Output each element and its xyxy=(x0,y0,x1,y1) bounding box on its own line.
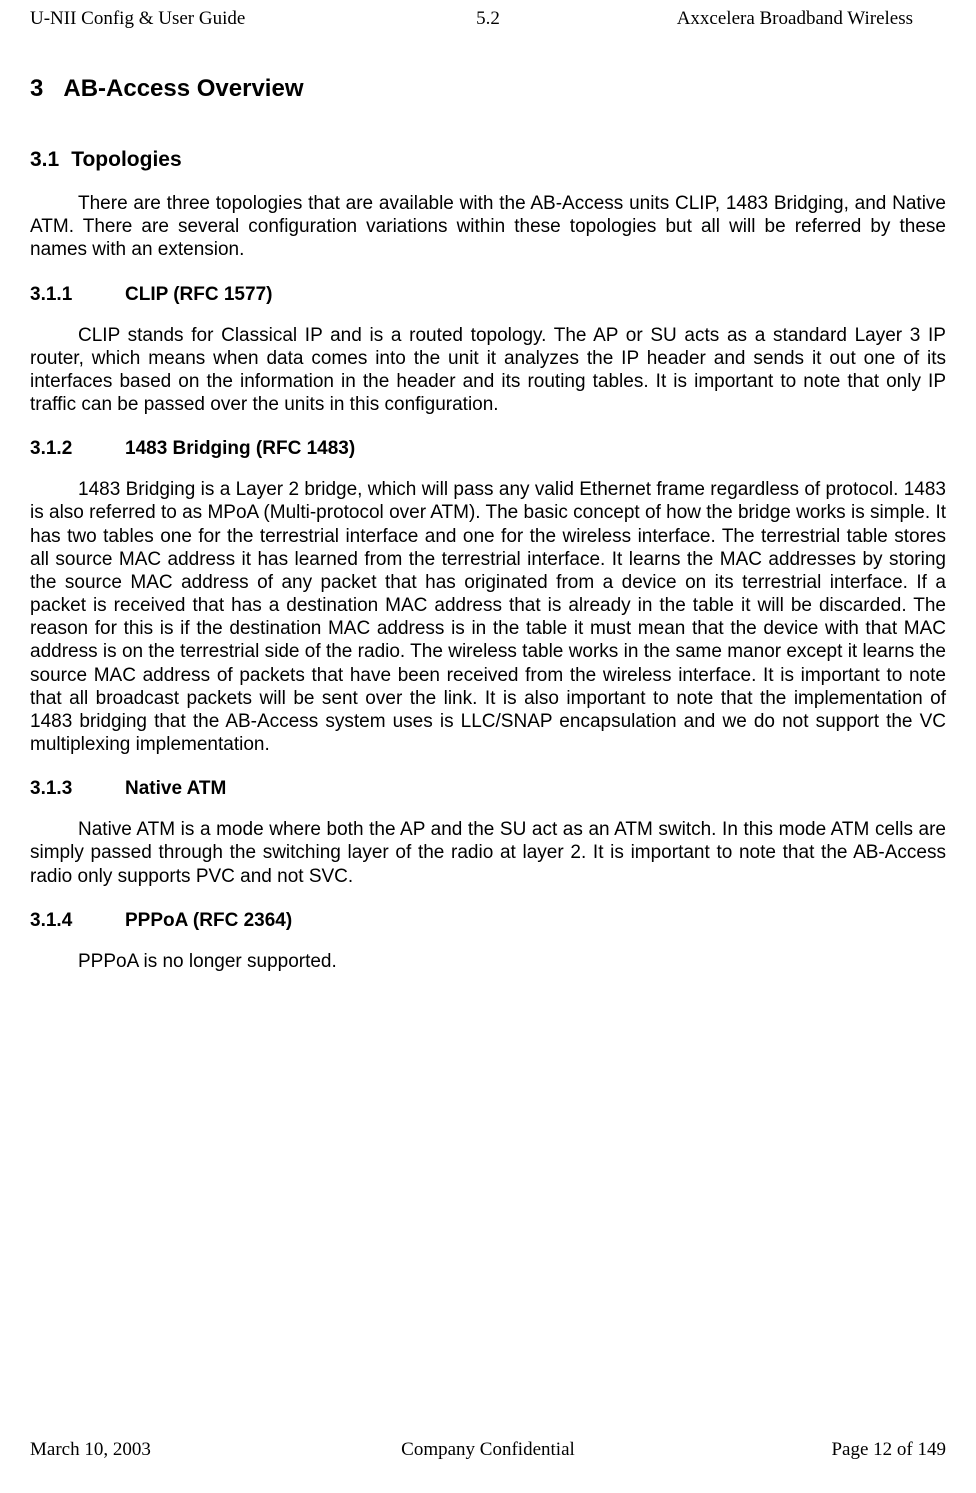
heading-number: 3.1.4 xyxy=(30,910,125,932)
page-header: U-NII Config & User Guide 5.2 Axxcelera … xyxy=(0,0,976,30)
page-footer: March 10, 2003 Company Confidential Page… xyxy=(30,1439,946,1461)
paragraph-native-atm: Native ATM is a mode where both the AP a… xyxy=(30,818,946,888)
header-doc-title: U-NII Config & User Guide xyxy=(30,8,332,30)
footer-confidential: Company Confidential xyxy=(337,1439,639,1461)
paragraph-clip: CLIP stands for Classical IP and is a ro… xyxy=(30,324,946,417)
heading-section-3-1-2: 3.1.21483 Bridging (RFC 1483) xyxy=(30,438,946,460)
header-company: Axxcelera Broadband Wireless xyxy=(644,8,946,30)
heading-number: 3.1.2 xyxy=(30,438,125,460)
heading-number: 3.1.3 xyxy=(30,778,125,800)
heading-text: CLIP (RFC 1577) xyxy=(125,284,272,305)
footer-date: March 10, 2003 xyxy=(30,1439,332,1461)
paragraph-topologies: There are three topologies that are avai… xyxy=(30,192,946,262)
heading-section-3-1-3: 3.1.3Native ATM xyxy=(30,778,946,800)
heading-text: PPPoA (RFC 2364) xyxy=(125,910,292,931)
heading-number: 3.1.1 xyxy=(30,284,125,306)
heading-section-3-1-4: 3.1.4PPPoA (RFC 2364) xyxy=(30,910,946,932)
heading-text: Native ATM xyxy=(125,778,226,799)
heading-text: AB-Access Overview xyxy=(63,75,303,102)
footer-page-number: Page 12 of 149 xyxy=(644,1439,946,1461)
heading-text: Topologies xyxy=(71,148,181,171)
header-version: 5.2 xyxy=(337,8,639,30)
heading-number: 3 xyxy=(30,75,43,103)
heading-section-3-1: 3.1 Topologies xyxy=(30,148,946,172)
heading-text: 1483 Bridging (RFC 1483) xyxy=(125,438,355,459)
heading-section-3: 3 AB-Access Overview xyxy=(30,75,946,103)
paragraph-pppoa: PPPoA is no longer supported. xyxy=(30,950,946,973)
page-content: 3 AB-Access Overview 3.1 Topologies There … xyxy=(0,30,976,973)
heading-number: 3.1 xyxy=(30,148,59,172)
heading-section-3-1-1: 3.1.1CLIP (RFC 1577) xyxy=(30,284,946,306)
paragraph-1483-bridging: 1483 Bridging is a Layer 2 bridge, which… xyxy=(30,478,946,756)
